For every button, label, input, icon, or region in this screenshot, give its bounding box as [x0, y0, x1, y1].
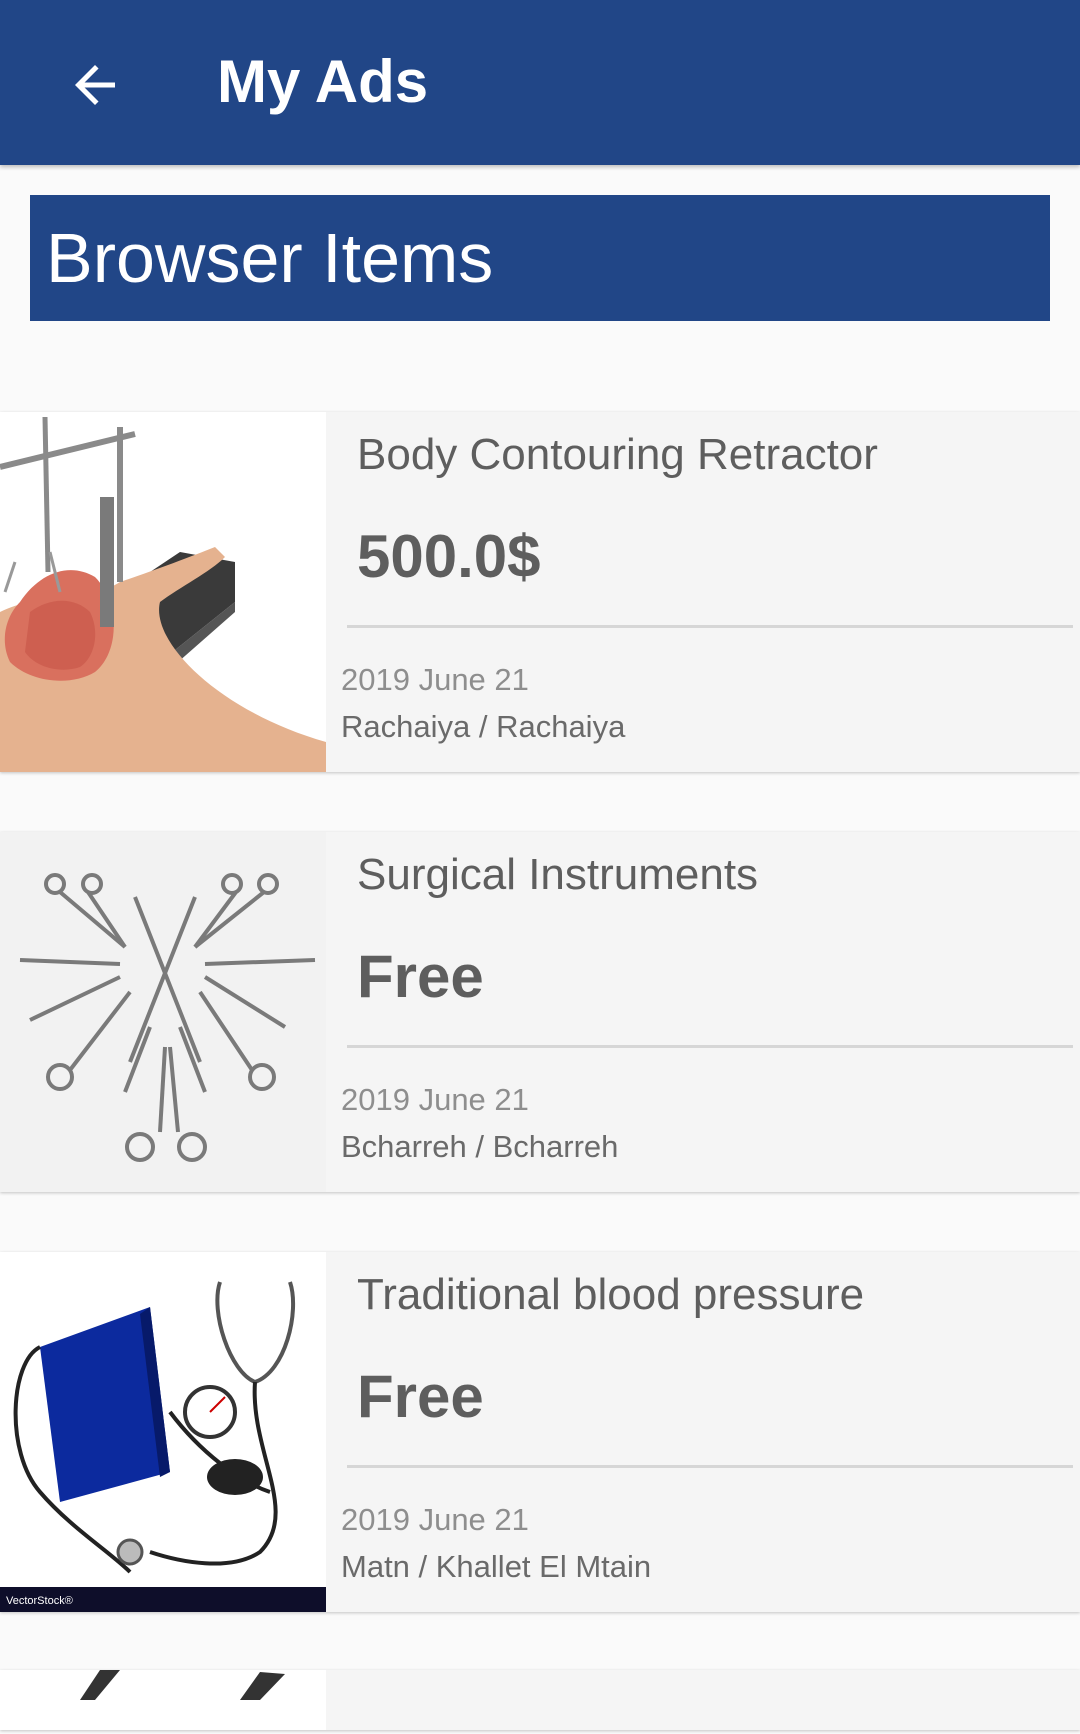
- ad-card[interactable]: VectorStock® Traditional blood pressure …: [0, 1252, 1080, 1612]
- item-title: Traditional blood pressure: [357, 1270, 865, 1319]
- blood-pressure-kit-image: VectorStock®: [0, 1252, 326, 1612]
- ad-card[interactable]: Body Contouring Retractor 500.0$ 2019 Ju…: [0, 412, 1080, 772]
- section-banner: Browser Items: [30, 195, 1050, 321]
- item-thumbnail: VectorStock®: [0, 1252, 326, 1612]
- item-date: 2019 June 21: [341, 1502, 529, 1537]
- item-price: Free: [357, 943, 484, 1010]
- surgical-instruments-image: [0, 832, 326, 1192]
- item-date: 2019 June 21: [341, 1082, 529, 1117]
- item-price: 500.0$: [357, 523, 541, 590]
- retractor-image: [0, 412, 326, 772]
- divider: [347, 1045, 1073, 1048]
- item-thumbnail: [0, 832, 326, 1192]
- ad-card[interactable]: Surgical Instruments Free 2019 June 21 B…: [0, 832, 1080, 1192]
- item-thumbnail: [0, 412, 326, 772]
- item-thumbnail: [0, 1670, 326, 1730]
- partial-item-image: [80, 1670, 285, 1700]
- item-title: Body Contouring Retractor: [357, 430, 878, 479]
- divider: [347, 1465, 1073, 1468]
- item-date: 2019 June 21: [341, 662, 529, 697]
- app-bar: My Ads: [0, 0, 1080, 165]
- item-title: Surgical Instruments: [357, 850, 759, 899]
- arrow-left-icon: [75, 65, 115, 105]
- back-button[interactable]: [45, 35, 145, 135]
- section-title: Browser Items: [46, 219, 494, 297]
- divider: [347, 625, 1073, 628]
- item-price: Free: [357, 1363, 484, 1430]
- image-watermark: VectorStock®: [6, 1595, 73, 1607]
- item-location: Bcharreh / Bcharreh: [341, 1129, 619, 1164]
- item-location: Matn / Khallet El Mtain: [341, 1549, 652, 1584]
- page-title: My Ads: [217, 48, 429, 115]
- ad-card-partial[interactable]: [0, 1670, 1080, 1730]
- item-location: Rachaiya / Rachaiya: [341, 709, 626, 744]
